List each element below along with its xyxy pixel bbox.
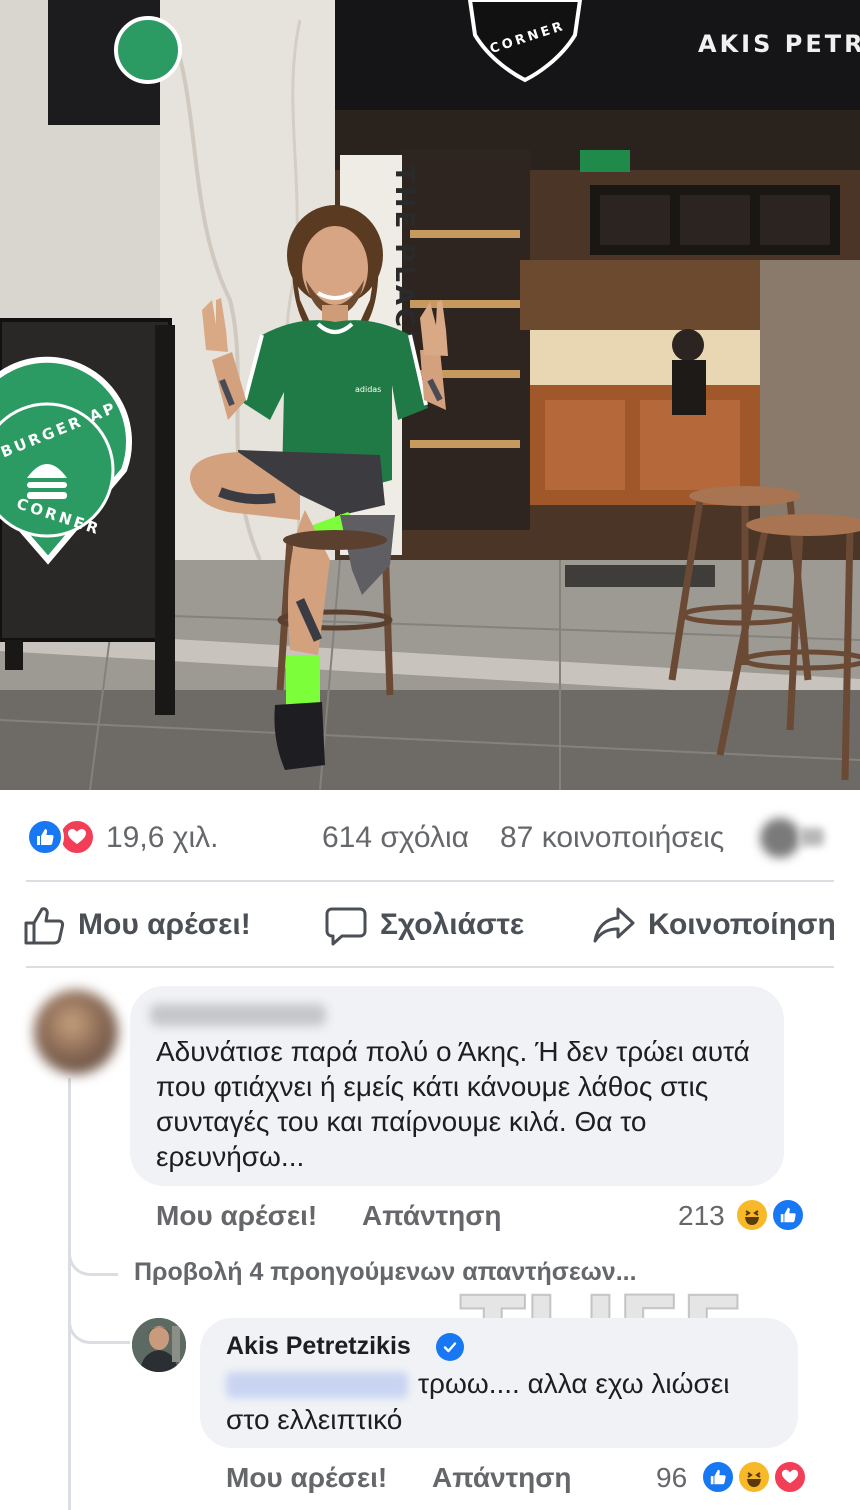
commenter-name-blurred[interactable]	[150, 1004, 326, 1026]
reply-author-name[interactable]: Akis Petretzikis	[226, 1332, 411, 1361]
storefront-sign: AKIS PETR	[698, 30, 860, 58]
speech-bubble-icon	[325, 907, 367, 946]
reactions-count[interactable]: 19,6 χιλ.	[106, 821, 218, 855]
reply-reaction-count[interactable]: 96	[656, 1462, 687, 1494]
reaction-icons[interactable]	[26, 818, 102, 856]
comment-button[interactable]: Σχολιάστε	[324, 902, 524, 948]
verified-badge-icon	[436, 1333, 464, 1361]
thumbs-up-icon	[24, 907, 65, 945]
like-icon	[770, 1197, 806, 1233]
post-actions-bar: Μου αρέσει! Σχολιάστε Κοινοποίηση	[0, 884, 860, 966]
post-photo[interactable]: CORNER AKIS PETR THE PLACE BURGER AP COR…	[0, 0, 860, 790]
comment-reaction-count[interactable]: 213	[678, 1200, 725, 1232]
actions-divider	[26, 966, 834, 968]
shares-count[interactable]: 87 κοινοποιήσεις	[500, 821, 724, 855]
thread-connector	[68, 1240, 118, 1276]
haha-icon	[736, 1459, 772, 1495]
comment-button-label: Σχολιάστε	[380, 908, 525, 941]
commenter-avatar-blurred[interactable]	[34, 990, 118, 1074]
audience-selector-blurred[interactable]	[800, 828, 824, 846]
share-button-label: Κοινοποίηση	[648, 908, 836, 941]
comment-text: Αδυνάτισε παρά πολύ ο Άκης. Ή δεν τρώει …	[156, 1036, 750, 1172]
author-avatar[interactable]	[132, 1318, 186, 1372]
haha-icon	[734, 1197, 770, 1233]
mention-tag-blurred[interactable]	[226, 1372, 408, 1398]
post-stats-bar: 19,6 χιλ. 614 σχόλια 87 κοινοποιήσεις	[0, 790, 860, 880]
comment-like-link[interactable]: Μου αρέσει!	[156, 1200, 317, 1232]
the-place-sign: THE PLACE	[389, 165, 419, 351]
comment-reply-link[interactable]: Απάντηση	[362, 1200, 502, 1232]
stats-divider	[26, 880, 834, 882]
like-button[interactable]: Μου αρέσει!	[22, 902, 251, 948]
love-icon	[772, 1459, 808, 1495]
like-icon	[700, 1459, 736, 1495]
shirt-brand: adidas	[355, 385, 381, 394]
reply-like-link[interactable]: Μου αρέσει!	[226, 1462, 387, 1494]
share-button[interactable]: Κοινοποίηση	[592, 902, 836, 948]
reply-reply-link[interactable]: Απάντηση	[432, 1462, 572, 1494]
share-arrow-icon	[593, 907, 635, 943]
reply-text-line1: τρωω.... αλλα εχω λιώσει	[418, 1368, 730, 1399]
post-photo-illustration: CORNER AKIS PETR THE PLACE BURGER AP COR…	[0, 0, 860, 790]
like-button-label: Μου αρέσει!	[78, 908, 251, 941]
like-icon	[26, 818, 64, 856]
comments-count[interactable]: 614 σχόλια	[322, 821, 469, 855]
thread-connector	[68, 1290, 130, 1344]
viewer-avatar-blurred[interactable]	[760, 818, 800, 858]
reply-text-line2: στο ελλειπτικό	[226, 1404, 403, 1435]
